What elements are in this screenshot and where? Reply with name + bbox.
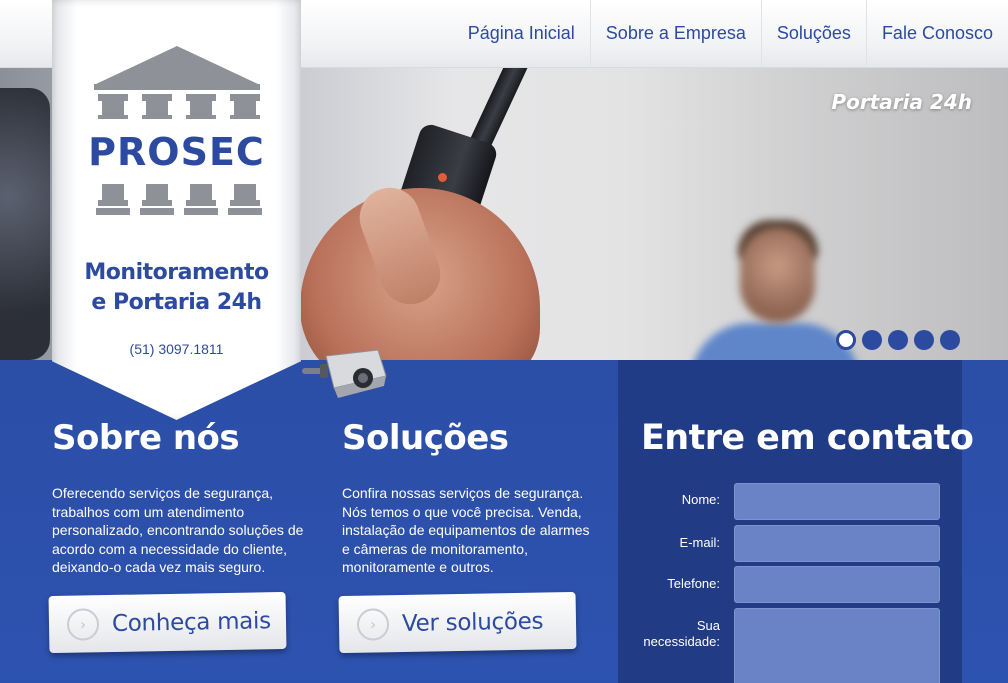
name-field[interactable] [734, 483, 940, 520]
need-label-line1: Sua [696, 618, 720, 633]
brand-logo-text: PROSEC [88, 130, 265, 174]
chevron-right-circle-icon: › [66, 607, 100, 641]
need-field[interactable] [734, 608, 940, 683]
brand-phone: (51) 3097.1811 [129, 341, 224, 357]
main-nav: Página Inicial Sobre a Empresa Soluções … [453, 0, 1008, 66]
hero-caption: Portaria 24h [831, 90, 972, 114]
brand-tagline-line2: e Portaria 24h [91, 290, 262, 315]
slider-dot-5[interactable] [940, 330, 960, 350]
nav-item-contact[interactable]: Fale Conosco [865, 0, 1008, 66]
logo-ribbon[interactable]: PROSEC Monitoramento e Portaria 24h (51)… [52, 0, 301, 420]
nav-item-solutions[interactable]: Soluções [760, 0, 866, 66]
hero-photo-background-person [690, 323, 860, 360]
contact-panel: Entre em contato Nome: E-mail: Telefone:… [618, 360, 974, 683]
nav-item-about[interactable]: Sobre a Empresa [589, 0, 761, 66]
brand-tagline-line1: Monitoramento [84, 260, 269, 285]
need-label-line2: necessidade: [643, 634, 720, 649]
slider-dot-3[interactable] [888, 330, 908, 350]
contact-title: Entre em contato [641, 418, 974, 458]
slider-dot-4[interactable] [914, 330, 934, 350]
about-title: Sobre nós [52, 418, 240, 458]
phone-field[interactable] [734, 566, 940, 603]
slider-dots [836, 330, 960, 350]
nav-item-home[interactable]: Página Inicial [453, 0, 590, 66]
about-text: Oferecendo serviços de segurança, trabal… [52, 485, 304, 575]
solutions-title: Soluções [342, 418, 509, 458]
solutions-text: Confira nossas serviços de segurança. Nó… [342, 485, 590, 575]
slider-dot-2[interactable] [862, 330, 882, 350]
about-more-button-label: Conheça mais [111, 607, 271, 637]
brand-tagline: Monitoramento e Portaria 24h [52, 258, 301, 318]
temple-columns-icon [94, 46, 262, 215]
email-field[interactable] [734, 525, 940, 562]
solutions-button[interactable]: › Ver soluções [338, 591, 577, 654]
security-camera-icon [302, 349, 387, 398]
email-label: E-mail: [679, 535, 720, 550]
name-label: Nome: [681, 492, 720, 507]
solutions-button-label: Ver soluções [401, 608, 544, 637]
about-more-button[interactable]: › Conheça mais [48, 591, 287, 654]
hero-photo-suit [0, 88, 50, 360]
slider-dot-1[interactable] [836, 330, 856, 350]
chevron-right-circle-icon: › [356, 607, 390, 641]
solutions-column: Soluções Confira nossas serviços de segu… [342, 418, 597, 577]
need-label: Sua necessidade: [643, 618, 720, 650]
phone-label: Telefone: [667, 576, 720, 591]
about-column: Sobre nós Oferecendo serviços de seguran… [52, 418, 314, 577]
